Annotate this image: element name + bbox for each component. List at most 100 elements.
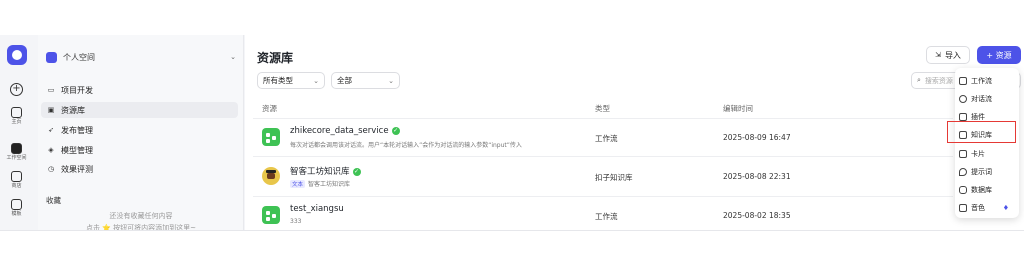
resource-time: 2025-08-08 22:31 [723,172,791,181]
chevron-down-icon: ⌄ [313,76,319,85]
template-icon [11,199,22,210]
project-icon: ▭ [47,86,55,94]
menu-item-label: 工作流 [971,76,992,85]
type-filter-value: 所有类型 [263,76,293,85]
model-icon: ◈ [48,146,54,154]
library-icon: ▣ [47,106,55,114]
menu-item-label: 卡片 [971,149,985,158]
favorites-empty: 还没有收藏任何内容 点击 ⭐ 按钮可将内容添加到这里~ [46,210,236,230]
space-switcher[interactable]: 个人空间 ⌄ [46,49,236,65]
favorites-empty-line1: 还没有收藏任何内容 [109,212,173,220]
menu-item-prompt[interactable]: 提示词 [955,163,1019,180]
add-resource-menu: 工作流 对话流 插件 知识库 卡片 提示词 数据库 音色 ♦ [955,68,1019,218]
bottom-area [0,230,1024,259]
resource-name: 智客工坊知识库 ✓ [290,165,361,177]
add-resource-button[interactable]: + 资源 [977,46,1021,64]
published-check-icon: ✓ [352,167,361,176]
resource-desc: 每次对话都会调用该对话流。用户“本轮对话输入”会作为对话流的输入参数“input… [290,142,522,149]
page-title: 资源库 [257,51,294,65]
store-icon [11,171,22,182]
menu-item-label: 对话流 [971,94,992,103]
plugin-icon [959,112,967,121]
divider [253,156,953,157]
sidebar-item-library[interactable]: ▣ 资源库 [41,102,238,118]
table-row[interactable]: test_xiangsu 333 工作流 2025-08-02 18:35 [253,198,953,230]
rail-store-label: 商店 [11,183,22,189]
divider [253,118,953,119]
workflow-icon [262,206,280,224]
rail-templates-label: 模板 [11,211,22,217]
evaluation-icon: ◷ [47,165,55,173]
menu-item-card[interactable]: 卡片 [955,145,1019,162]
rail-templates[interactable]: 模板 [0,199,33,217]
resource-name: zhikecore_data_service ✓ [290,126,400,136]
left-rail: + 主页 工作空间 商店 模板 [0,35,33,230]
resource-type: 工作流 [595,212,618,221]
chevron-down-icon: ⌄ [230,53,236,61]
chevron-down-icon: ⌄ [388,76,394,85]
menu-item-label: 音色 [971,203,985,212]
menu-item-voice[interactable]: 音色 ♦ [955,199,1019,216]
rail-workspace-label: 工作空间 [6,155,27,161]
knowledge-avatar-icon [262,167,280,185]
highlight-box [947,121,1016,143]
space-avatar [46,51,57,63]
menu-item-label: 数据库 [971,185,992,194]
workspace-icon [11,143,22,154]
sidebar-item-projects[interactable]: ▭ 项目开发 [41,82,238,98]
resource-desc: 333 [290,218,302,225]
import-label: 导入 [944,50,961,60]
rocket-icon: ➶ [48,126,54,134]
resource-tag: 文本 [290,180,306,188]
resource-name-text: 智客工坊知识库 [290,167,350,177]
sidebar-item-label: 模型管理 [61,145,93,155]
prompt-icon [959,167,967,176]
column-header-edited: 编辑时间 [723,104,753,113]
resource-type: 扣子知识库 [595,173,633,182]
scope-filter-value: 全部 [337,76,352,85]
resource-desc-text: 智客工坊知识库 [308,181,351,188]
space-name: 个人空间 [63,52,95,62]
search-placeholder: 搜索资源 [924,76,953,85]
sidebar-item-label: 发布管理 [61,125,93,135]
divider [253,196,953,197]
workflow-icon [959,76,967,85]
rail-store[interactable]: 商店 [0,171,33,189]
favorites-title: 收藏 [46,196,61,205]
menu-item-chatflow[interactable]: 对话流 [955,90,1019,107]
menu-item-label: 提示词 [971,167,992,176]
chatflow-icon [959,94,967,103]
sidebar-item-publish[interactable]: ➶ 发布管理 [41,122,238,138]
menu-item-workflow[interactable]: 工作流 [955,72,1019,89]
column-header-resource: 资源 [262,104,277,113]
app-logo[interactable] [7,45,27,65]
voice-icon [959,203,967,212]
scope-filter-select[interactable]: 全部 ⌄ [331,72,400,89]
resource-desc: 文本 智客工坊知识库 [290,179,350,188]
rail-home-label: 主页 [11,119,22,125]
menu-item-label: 插件 [971,112,985,121]
column-header-type: 类型 [595,104,610,113]
type-filter-select[interactable]: 所有类型 ⌄ [257,72,325,89]
favorites-empty-line2: 点击 ⭐ 按钮可将内容添加到这里~ [85,224,197,230]
search-icon: ⌕ [917,76,921,84]
premium-icon: ♦ [1002,203,1009,212]
sidebar-item-label: 资源库 [61,105,85,115]
resource-name-text: zhikecore_data_service [290,126,389,136]
create-icon[interactable]: + [10,83,23,96]
rail-workspace[interactable]: 工作空间 [0,143,33,161]
import-icon: ⇲ [935,51,941,59]
rail-home[interactable]: 主页 [0,107,33,125]
workflow-icon [262,128,280,146]
database-icon [959,185,967,194]
resource-time: 2025-08-02 18:35 [723,211,791,220]
menu-item-database[interactable]: 数据库 [955,181,1019,198]
resource-type: 工作流 [595,134,618,143]
sidebar-item-models[interactable]: ◈ 模型管理 [41,142,238,158]
sidebar-item-evaluation[interactable]: ◷ 效果评测 [41,161,238,177]
import-button[interactable]: ⇲ 导入 [926,46,970,64]
home-icon [11,107,22,118]
table-row[interactable]: 智客工坊知识库 ✓ 文本 智客工坊知识库 扣子知识库 2025-08-08 22:3… [253,159,953,195]
table-row[interactable]: zhikecore_data_service ✓ 每次对话都会调用该对话流。用户“… [253,120,953,156]
sidebar-item-label: 项目开发 [61,85,93,95]
